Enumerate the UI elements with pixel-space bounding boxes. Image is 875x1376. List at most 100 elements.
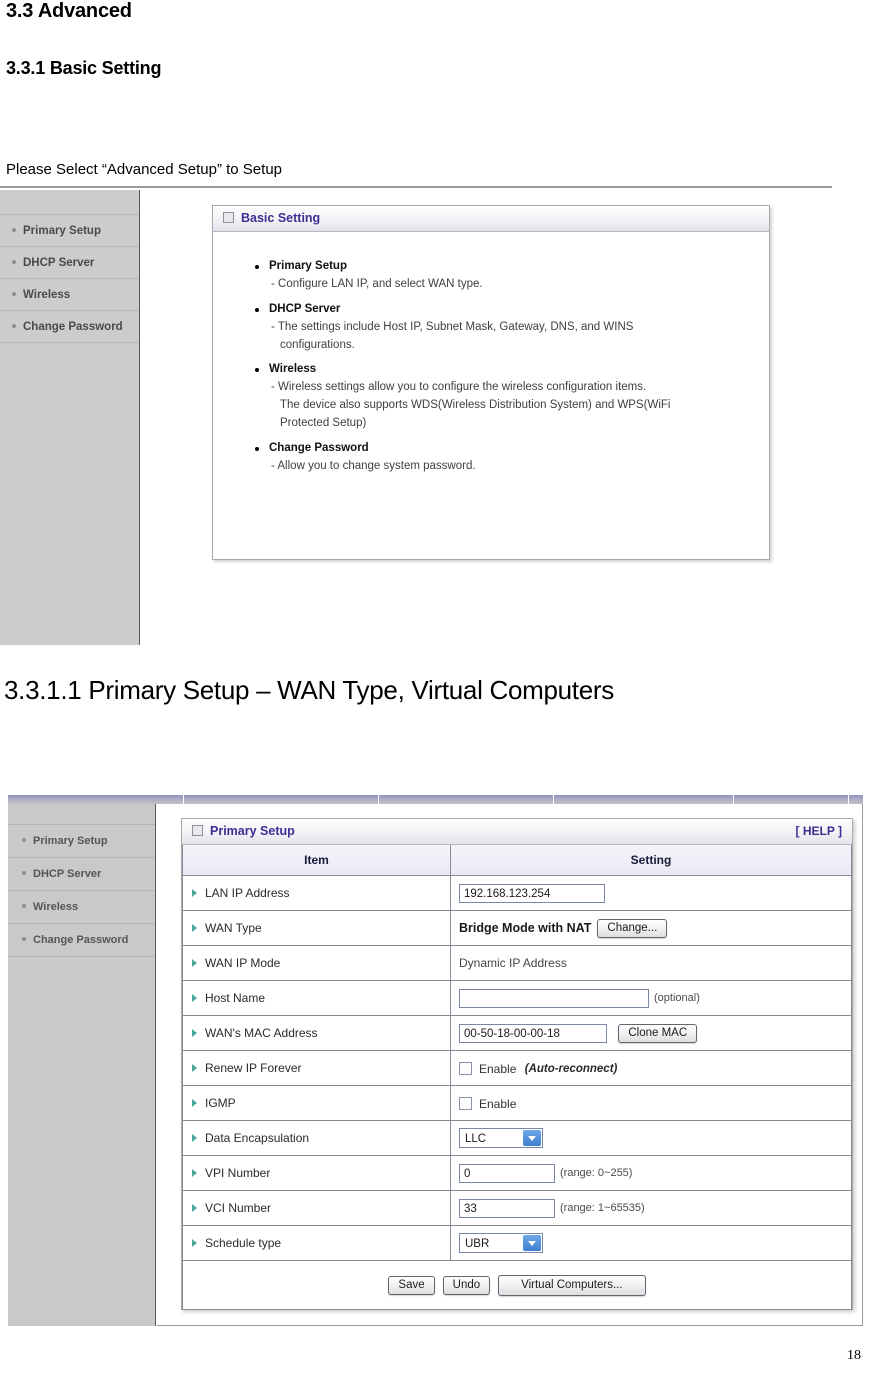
row-label-text: WAN's MAC Address <box>205 1026 318 1040</box>
bullet-icon <box>22 904 26 909</box>
wan-mac-address-input[interactable]: 00-50-18-00-00-18 <box>459 1023 607 1043</box>
sidebar-item-change-password[interactable]: Change Password <box>0 311 139 343</box>
row-label-text: VPI Number <box>205 1166 271 1180</box>
document-icon <box>223 212 234 224</box>
vci-number-input[interactable]: 33 <box>459 1198 555 1218</box>
table-row-lan-ip-address: LAN IP Address 192.168.123.254 <box>182 875 852 911</box>
help-link[interactable]: [ HELP ] <box>796 819 842 844</box>
browser-topbar <box>8 795 863 804</box>
vci-number-hint: (range: 1~65535) <box>560 1202 645 1214</box>
list-item-desc-line: - The settings include Host IP, Subnet M… <box>271 320 634 333</box>
bullet-icon <box>12 227 16 232</box>
lan-ip-address-input[interactable]: 192.168.123.254 <box>459 883 605 903</box>
row-label: VCI Number <box>182 1190 451 1226</box>
sidebar-item-wireless[interactable]: Wireless <box>0 279 139 311</box>
igmp-checkbox[interactable] <box>459 1096 472 1110</box>
sidebar-item-dhcp-server[interactable]: DHCP Server <box>0 247 139 279</box>
virtual-computers-button[interactable]: Virtual Computers... <box>498 1274 646 1296</box>
renew-ip-forever-hint: (Auto-reconnect) <box>524 1062 618 1075</box>
sidebar-item-label: Wireless <box>33 901 79 913</box>
row-label-text: WAN IP Mode <box>205 956 281 970</box>
sidebar-item-wireless[interactable]: Wireless <box>8 891 155 924</box>
data-encapsulation-value: LLC <box>465 1133 487 1145</box>
page-title-section: 3.3 Advanced <box>6 0 132 22</box>
document-icon <box>192 825 203 837</box>
sidebar-navigation: Primary Setup DHCP Server Wireless Chang… <box>8 804 156 1326</box>
row-setting: 33 (range: 1~65535) <box>450 1190 852 1226</box>
row-label: WAN's MAC Address <box>182 1015 451 1051</box>
list-item-desc: - The settings include Host IP, Subnet M… <box>255 319 769 355</box>
table-row-wan-ip-mode: WAN IP Mode Dynamic IP Address <box>182 945 852 981</box>
host-name-hint: (optional) <box>654 992 700 1004</box>
table-row-renew-ip-forever: Renew IP Forever Enable (Auto-reconnect) <box>182 1050 852 1086</box>
actions-cell: Save Undo Virtual Computers... <box>182 1260 852 1310</box>
wan-ip-mode-value: Dynamic IP Address <box>459 956 567 970</box>
settings-table: Item Setting LAN IP Address 192.168.123.… <box>182 845 852 1310</box>
row-setting: Dynamic IP Address <box>450 945 852 981</box>
panel-title: Primary Setup <box>210 824 295 838</box>
panel-title: Basic Setting <box>241 211 321 225</box>
arrow-right-icon <box>192 1029 197 1037</box>
renew-ip-forever-label: Enable <box>479 1061 517 1076</box>
row-setting: LLC <box>450 1120 852 1156</box>
sidebar-item-label: DHCP Server <box>33 868 102 880</box>
save-button[interactable]: Save <box>388 1275 435 1295</box>
list-item: Primary Setup - Configure LAN IP, and se… <box>255 260 769 294</box>
change-wan-type-button[interactable]: Change... <box>597 918 668 938</box>
schedule-type-value: UBR <box>465 1238 490 1250</box>
sidebar-item-primary-setup[interactable]: Primary Setup <box>0 215 139 247</box>
row-label: Schedule type <box>182 1225 451 1261</box>
sidebar-item-dhcp-server[interactable]: DHCP Server <box>8 858 155 891</box>
table-row-vpi-number: VPI Number 0 (range: 0~255) <box>182 1155 852 1191</box>
undo-button[interactable]: Undo <box>442 1275 491 1295</box>
row-setting: 192.168.123.254 <box>450 875 852 911</box>
arrow-right-icon <box>192 1134 197 1142</box>
column-header-item: Item <box>182 845 451 876</box>
page-title-subsubsection: 3.3.1.1 Primary Setup – WAN Type, Virtua… <box>4 675 614 705</box>
table-row-host-name: Host Name (optional) <box>182 980 852 1016</box>
list-item: Change Password - Allow you to change sy… <box>255 442 769 476</box>
basic-setting-panel: Basic Setting Primary Setup - Configure … <box>212 205 770 560</box>
list-item-desc-cont: configurations. <box>280 338 355 351</box>
row-setting: Enable <box>450 1085 852 1121</box>
vpi-number-input[interactable]: 0 <box>459 1163 555 1183</box>
bullet-icon <box>12 323 16 328</box>
row-label-text: VCI Number <box>205 1201 272 1215</box>
row-setting: Enable (Auto-reconnect) <box>450 1050 852 1086</box>
arrow-right-icon <box>192 994 197 1002</box>
sidebar-top-spacer <box>8 804 155 825</box>
data-encapsulation-select[interactable]: LLC <box>459 1128 543 1148</box>
sidebar-item-label: Change Password <box>23 321 123 333</box>
arrow-right-icon <box>192 1169 197 1177</box>
arrow-right-icon <box>192 1064 197 1072</box>
row-label: LAN IP Address <box>182 875 451 911</box>
bullet-icon <box>22 937 26 942</box>
renew-ip-forever-checkbox[interactable] <box>459 1061 472 1075</box>
row-label: IGMP <box>182 1085 451 1121</box>
arrow-right-icon <box>192 1239 197 1247</box>
row-setting: 0 (range: 0~255) <box>450 1155 852 1191</box>
table-row-data-encapsulation: Data Encapsulation LLC <box>182 1120 852 1156</box>
sidebar-item-label: Primary Setup <box>23 225 101 237</box>
bullet-icon <box>12 291 16 296</box>
chevron-down-icon <box>523 1130 541 1146</box>
table-row-actions: Save Undo Virtual Computers... <box>182 1260 852 1310</box>
sidebar-item-change-password[interactable]: Change Password <box>8 924 155 957</box>
table-row-igmp: IGMP Enable <box>182 1085 852 1121</box>
arrow-right-icon <box>192 889 197 897</box>
table-row-schedule-type: Schedule type UBR <box>182 1225 852 1261</box>
sidebar-top-spacer <box>0 190 139 215</box>
sidebar-item-primary-setup[interactable]: Primary Setup <box>8 825 155 858</box>
primary-setup-screenshot: Primary Setup DHCP Server Wireless Chang… <box>8 795 863 1335</box>
row-label: Data Encapsulation <box>182 1120 451 1156</box>
wan-type-value: Bridge Mode with NAT <box>459 921 592 935</box>
column-header-setting: Setting <box>450 845 852 876</box>
page-title-subsection: 3.3.1 Basic Setting <box>6 58 162 78</box>
host-name-input[interactable] <box>459 988 649 1008</box>
schedule-type-select[interactable]: UBR <box>459 1233 543 1253</box>
list-item-desc-line: - Configure LAN IP, and select WAN type. <box>271 278 483 290</box>
row-label: WAN IP Mode <box>182 945 451 981</box>
table-row-vci-number: VCI Number 33 (range: 1~65535) <box>182 1190 852 1226</box>
arrow-right-icon <box>192 959 197 967</box>
clone-mac-button[interactable]: Clone MAC <box>618 1023 698 1043</box>
